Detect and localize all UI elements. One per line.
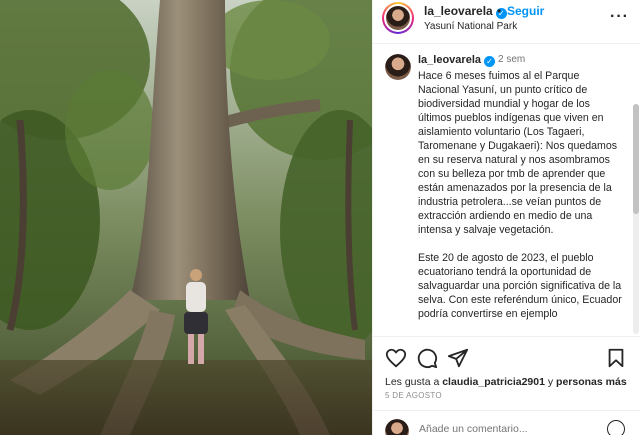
location-link[interactable]: Yasuní National Park [424, 21, 517, 32]
caption-avatar[interactable] [385, 54, 411, 80]
author-avatar[interactable] [382, 2, 414, 34]
comment-bar [373, 410, 640, 435]
post-date[interactable]: 5 DE AGOSTO [385, 391, 442, 400]
separator-dot: • [497, 4, 502, 18]
likes-prefix: Les gusta a [385, 376, 443, 388]
post-photo[interactable] [0, 0, 372, 435]
liked-by-user-link[interactable]: claudia_patricia2901 [442, 376, 545, 388]
post-side-panel: la_leovarela ✓ • Seguir Yasuní National P… [372, 0, 640, 435]
share-icon[interactable] [447, 347, 469, 369]
viewer-avatar [385, 419, 409, 435]
likes-conjunction: y [544, 376, 557, 388]
caption-timestamp[interactable]: 2 sem [498, 54, 525, 65]
follow-button[interactable]: Seguir [507, 4, 544, 18]
comment-input[interactable] [419, 423, 589, 435]
scrollbar-thumb[interactable] [633, 104, 639, 214]
author-username-text[interactable]: la_leovarela [424, 4, 493, 18]
verified-badge-icon: ✓ [484, 56, 495, 67]
caption-username[interactable]: la_leovarela ✓ [418, 54, 495, 67]
forest-photo [0, 0, 372, 435]
caption-scrollbar[interactable] [633, 104, 639, 334]
emoji-icon[interactable] [607, 420, 625, 435]
action-bar [373, 336, 640, 376]
heart-icon[interactable] [385, 347, 407, 369]
caption-username-text[interactable]: la_leovarela [418, 54, 481, 66]
likes-summary: Les gusta a claudia_patricia2901 y perso… [385, 376, 627, 388]
caption-text: Hace 6 meses fuimos al el Parque Naciona… [418, 70, 622, 320]
caption-section: la_leovarela ✓ 2 sem Hace 6 meses fuimos … [373, 44, 640, 336]
comment-icon[interactable] [416, 347, 438, 369]
post-header: la_leovarela ✓ • Seguir Yasuní National P… [373, 0, 640, 44]
author-username[interactable]: la_leovarela ✓ [424, 4, 507, 19]
more-options-icon[interactable]: ··· [610, 8, 629, 26]
bookmark-icon[interactable] [605, 347, 627, 369]
other-likes-link[interactable]: personas más [556, 376, 627, 388]
